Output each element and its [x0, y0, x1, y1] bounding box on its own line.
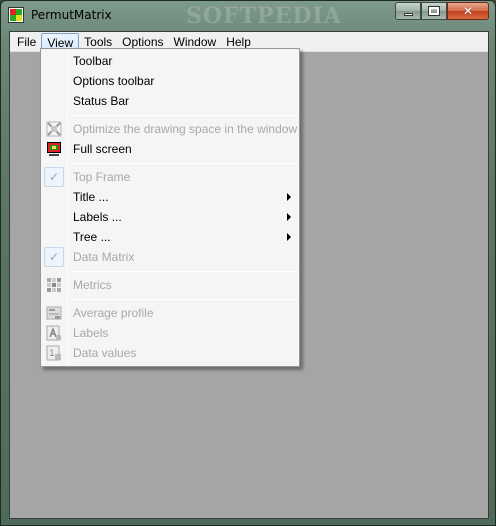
menu-item-label: Title ...	[73, 190, 109, 204]
menu-separator	[71, 163, 297, 164]
caption-buttons: ✕	[395, 2, 489, 20]
menu-item-label: Status Bar	[73, 94, 130, 108]
close-icon: ✕	[462, 4, 474, 18]
menu-item-toolbar[interactable]: Toolbar	[41, 51, 299, 71]
minimize-button[interactable]	[395, 2, 421, 20]
menu-item-label: Data Matrix	[73, 250, 135, 264]
watermark: SOFTPEDIA	[186, 3, 342, 29]
menu-item-label: Full screen	[73, 142, 132, 156]
menu-item-optimize-drawing-space[interactable]: Optimize the drawing space in the window	[41, 119, 299, 139]
menu-item-label: Options toolbar	[73, 74, 155, 88]
optimize-icon	[46, 121, 62, 137]
menu-item-label: Labels	[73, 326, 109, 340]
menu-item-label: Average profile	[73, 306, 154, 320]
menu-separator	[71, 271, 297, 272]
menu-item-data-matrix[interactable]: ✓ Data Matrix	[41, 247, 299, 267]
title-bar[interactable]: PermutMatrix SOFTPEDIA ✕	[1, 1, 495, 29]
menu-item-label: Tree ...	[73, 230, 111, 244]
menu-item-label: Top Frame	[73, 170, 131, 184]
menu-item-top-frame[interactable]: ✓ Top Frame	[41, 167, 299, 187]
menu-item-options-toolbar[interactable]: Options toolbar	[41, 71, 299, 91]
menu-item-label: Toolbar	[73, 54, 113, 68]
fullscreen-icon	[46, 141, 62, 157]
menu-item-title[interactable]: Title ...	[41, 187, 299, 207]
menu-item-labels[interactable]: Labels	[41, 323, 299, 343]
metrics-icon	[46, 277, 62, 293]
labels-icon	[46, 325, 62, 341]
submenu-arrow-icon	[287, 213, 291, 221]
menu-separator	[71, 115, 297, 116]
close-button[interactable]: ✕	[447, 2, 489, 20]
menu-item-status-bar[interactable]: Status Bar	[41, 91, 299, 111]
submenu-arrow-icon	[287, 233, 291, 241]
menu-item-average-profile[interactable]: Average profile	[41, 303, 299, 323]
maximize-button[interactable]	[421, 2, 447, 20]
menu-item-label: Metrics	[73, 278, 112, 292]
menu-item-metrics[interactable]: Metrics	[41, 275, 299, 295]
submenu-arrow-icon	[287, 193, 291, 201]
window-title: PermutMatrix	[31, 8, 112, 22]
menu-item-label: Labels ...	[73, 210, 122, 224]
menu-file[interactable]: File	[12, 33, 41, 51]
menu-separator	[71, 299, 297, 300]
data-values-icon: 1	[46, 345, 62, 361]
view-dropdown-menu: Toolbar Options toolbar Status Bar Optim…	[40, 48, 300, 367]
svg-text:1: 1	[49, 349, 55, 359]
minimize-icon	[403, 12, 413, 16]
menu-item-data-values[interactable]: 1 Data values	[41, 343, 299, 363]
maximize-icon	[428, 6, 440, 16]
menu-item-tree[interactable]: Tree ...	[41, 227, 299, 247]
menu-item-full-screen[interactable]: Full screen	[41, 139, 299, 159]
check-icon: ✓	[44, 167, 64, 187]
menu-item-label: Optimize the drawing space in the window	[73, 122, 298, 136]
menu-item-labels-submenu[interactable]: Labels ...	[41, 207, 299, 227]
average-profile-icon	[46, 305, 62, 321]
check-icon: ✓	[44, 247, 64, 267]
app-icon[interactable]	[8, 7, 24, 23]
menu-item-label: Data values	[73, 346, 137, 360]
